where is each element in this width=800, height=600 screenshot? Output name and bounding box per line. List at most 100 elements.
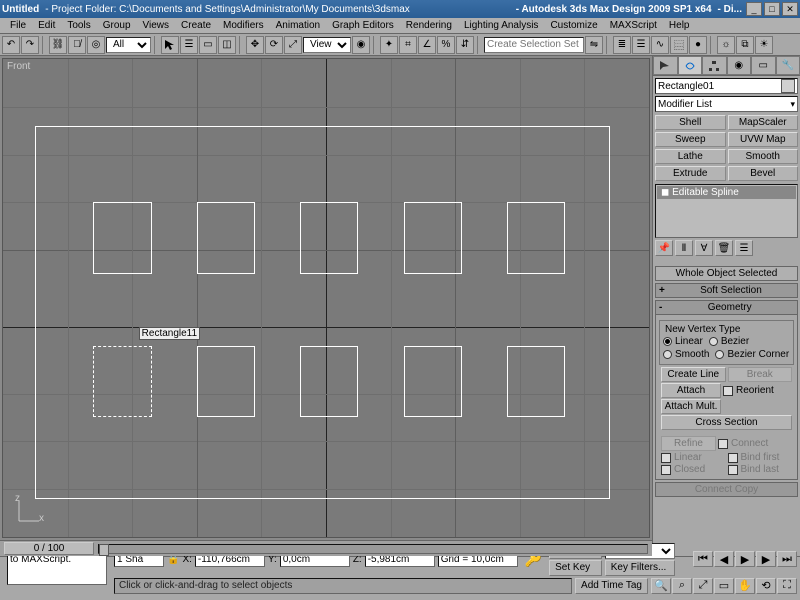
linear-checkbox[interactable] xyxy=(661,453,671,463)
viewport-front[interactable]: Front xyxy=(2,58,650,538)
cross-section-button[interactable]: Cross Section xyxy=(661,415,792,430)
tab-hierarchy[interactable] xyxy=(702,56,727,75)
rollup-geometry[interactable]: -Geometry xyxy=(655,300,798,315)
link-button[interactable]: ⛓ xyxy=(49,36,67,54)
tab-motion[interactable]: ◉ xyxy=(727,56,752,75)
mod-uvwmap-button[interactable]: UVW Map xyxy=(728,132,799,147)
key-filters-button[interactable]: Key Filters... xyxy=(605,560,675,576)
rect-window-9[interactable] xyxy=(404,346,462,418)
mod-bevel-button[interactable]: Bevel xyxy=(728,166,799,181)
rect-window-3[interactable] xyxy=(300,202,358,274)
layers-button[interactable]: ☰ xyxy=(632,36,650,54)
modifier-stack[interactable]: ◼ Editable Spline xyxy=(655,184,798,238)
goto-end-button[interactable]: ⏭ xyxy=(777,551,797,567)
bind-button[interactable]: ◎ xyxy=(87,36,105,54)
mod-extrude-button[interactable]: Extrude xyxy=(655,166,726,181)
align-button[interactable]: ≣ xyxy=(613,36,631,54)
show-end-result-button[interactable]: Ⅱ xyxy=(675,240,693,256)
menu-create[interactable]: Create xyxy=(175,20,217,31)
snap-toggle-button[interactable]: ⌗ xyxy=(399,36,417,54)
set-key-button[interactable]: Set Key xyxy=(549,560,602,576)
time-track[interactable] xyxy=(98,544,648,554)
angle-snap-button[interactable]: ∠ xyxy=(418,36,436,54)
tab-utilities[interactable]: 🔧 xyxy=(776,56,800,75)
pin-stack-button[interactable]: 📌 xyxy=(655,240,673,256)
tab-create[interactable] xyxy=(653,56,678,75)
tab-display[interactable]: ▭ xyxy=(751,56,776,75)
object-name-field[interactable]: Rectangle01 xyxy=(655,78,798,94)
spinner-snap-button[interactable]: ⇵ xyxy=(456,36,474,54)
mod-mapscaler-button[interactable]: MapScaler xyxy=(728,115,799,130)
object-color-swatch[interactable] xyxy=(781,79,795,93)
break-button[interactable]: Break xyxy=(728,367,793,382)
menu-animation[interactable]: Animation xyxy=(270,20,326,31)
menu-views[interactable]: Views xyxy=(137,20,176,31)
connect-checkbox[interactable] xyxy=(718,439,728,449)
menu-maxscript[interactable]: MAXScript xyxy=(604,20,663,31)
menu-modifiers[interactable]: Modifiers xyxy=(217,20,270,31)
zoom-button[interactable]: 🔍 xyxy=(651,578,671,594)
radio-bezier-corner[interactable]: Bezier Corner xyxy=(715,349,789,360)
selection-filter-dropdown[interactable]: All xyxy=(106,37,151,53)
zoom-all-button[interactable]: ⌕ xyxy=(672,578,692,594)
mirror-button[interactable]: ⇋ xyxy=(585,36,603,54)
goto-start-button[interactable]: ⏮ xyxy=(693,551,713,567)
rollup-connect-copy[interactable]: Connect Copy xyxy=(655,482,798,497)
redo-button[interactable]: ↷ xyxy=(21,36,39,54)
maximize-viewport-button[interactable]: ⛶ xyxy=(777,578,797,594)
render-setup-button[interactable]: ☼ xyxy=(717,36,735,54)
track-knob[interactable] xyxy=(99,544,109,556)
rect-outer[interactable] xyxy=(35,126,610,499)
menu-graph-editors[interactable]: Graph Editors xyxy=(326,20,400,31)
maxscript-listener[interactable]: to MAXScript. xyxy=(7,551,107,585)
select-manipulate-button[interactable]: ✦ xyxy=(380,36,398,54)
radio-linear[interactable]: Linear xyxy=(663,336,703,347)
time-slider-handle[interactable]: 0 / 100 xyxy=(4,542,94,555)
rollup-soft-selection[interactable]: +Soft Selection xyxy=(655,283,798,298)
select-by-name-button[interactable]: ☰ xyxy=(180,36,198,54)
close-button[interactable]: ✕ xyxy=(782,2,798,16)
rotate-button[interactable]: ⟳ xyxy=(265,36,283,54)
configure-sets-button[interactable]: ☰ xyxy=(735,240,753,256)
pivot-button[interactable]: ◉ xyxy=(352,36,370,54)
rect-window-7[interactable] xyxy=(197,346,255,418)
mod-shell-button[interactable]: Shell xyxy=(655,115,726,130)
add-time-tag-button[interactable]: Add Time Tag xyxy=(575,578,648,594)
reorient-checkbox[interactable] xyxy=(723,386,733,396)
menu-customize[interactable]: Customize xyxy=(544,20,603,31)
rect-window-8[interactable] xyxy=(300,346,358,418)
quick-render-button[interactable]: ☀ xyxy=(755,36,773,54)
undo-button[interactable]: ↶ xyxy=(2,36,20,54)
select-button[interactable] xyxy=(161,36,179,54)
tab-modify[interactable] xyxy=(678,56,703,75)
schematic-button[interactable]: ⿳ xyxy=(670,36,688,54)
unlink-button[interactable]: ⛓̸ xyxy=(68,36,86,54)
stack-item-editable-spline[interactable]: ◼ Editable Spline xyxy=(657,186,796,199)
remove-modifier-button[interactable]: 🗑 xyxy=(715,240,733,256)
minimize-button[interactable]: _ xyxy=(746,2,762,16)
named-selection-input[interactable] xyxy=(484,37,584,53)
material-editor-button[interactable]: ● xyxy=(689,36,707,54)
rect-window-2[interactable] xyxy=(197,202,255,274)
modifier-list-dropdown[interactable]: Modifier List xyxy=(655,96,798,112)
create-line-button[interactable]: Create Line xyxy=(661,367,726,382)
attach-mult-button[interactable]: Attach Mult. xyxy=(661,399,721,414)
mod-smooth-button[interactable]: Smooth xyxy=(728,149,799,164)
menu-edit[interactable]: Edit xyxy=(32,20,61,31)
pan-button[interactable]: ✋ xyxy=(735,578,755,594)
zoom-region-button[interactable]: ▭ xyxy=(714,578,734,594)
rect-window-1[interactable] xyxy=(93,202,151,274)
rect-window-selected[interactable] xyxy=(93,346,151,418)
rect-window-5[interactable] xyxy=(507,202,565,274)
scale-button[interactable]: ⤢ xyxy=(284,36,302,54)
bind-first-checkbox[interactable] xyxy=(728,453,738,463)
window-crossing-button[interactable]: ◫ xyxy=(218,36,236,54)
rect-window-10[interactable] xyxy=(507,346,565,418)
closed-checkbox[interactable] xyxy=(661,465,671,475)
make-unique-button[interactable]: ∀ xyxy=(695,240,713,256)
menu-group[interactable]: Group xyxy=(97,20,137,31)
menu-file[interactable]: File xyxy=(4,20,32,31)
prev-frame-button[interactable]: ◀ xyxy=(714,551,734,567)
menu-tools[interactable]: Tools xyxy=(61,20,96,31)
time-slider[interactable]: 0 / 100 xyxy=(0,540,652,556)
